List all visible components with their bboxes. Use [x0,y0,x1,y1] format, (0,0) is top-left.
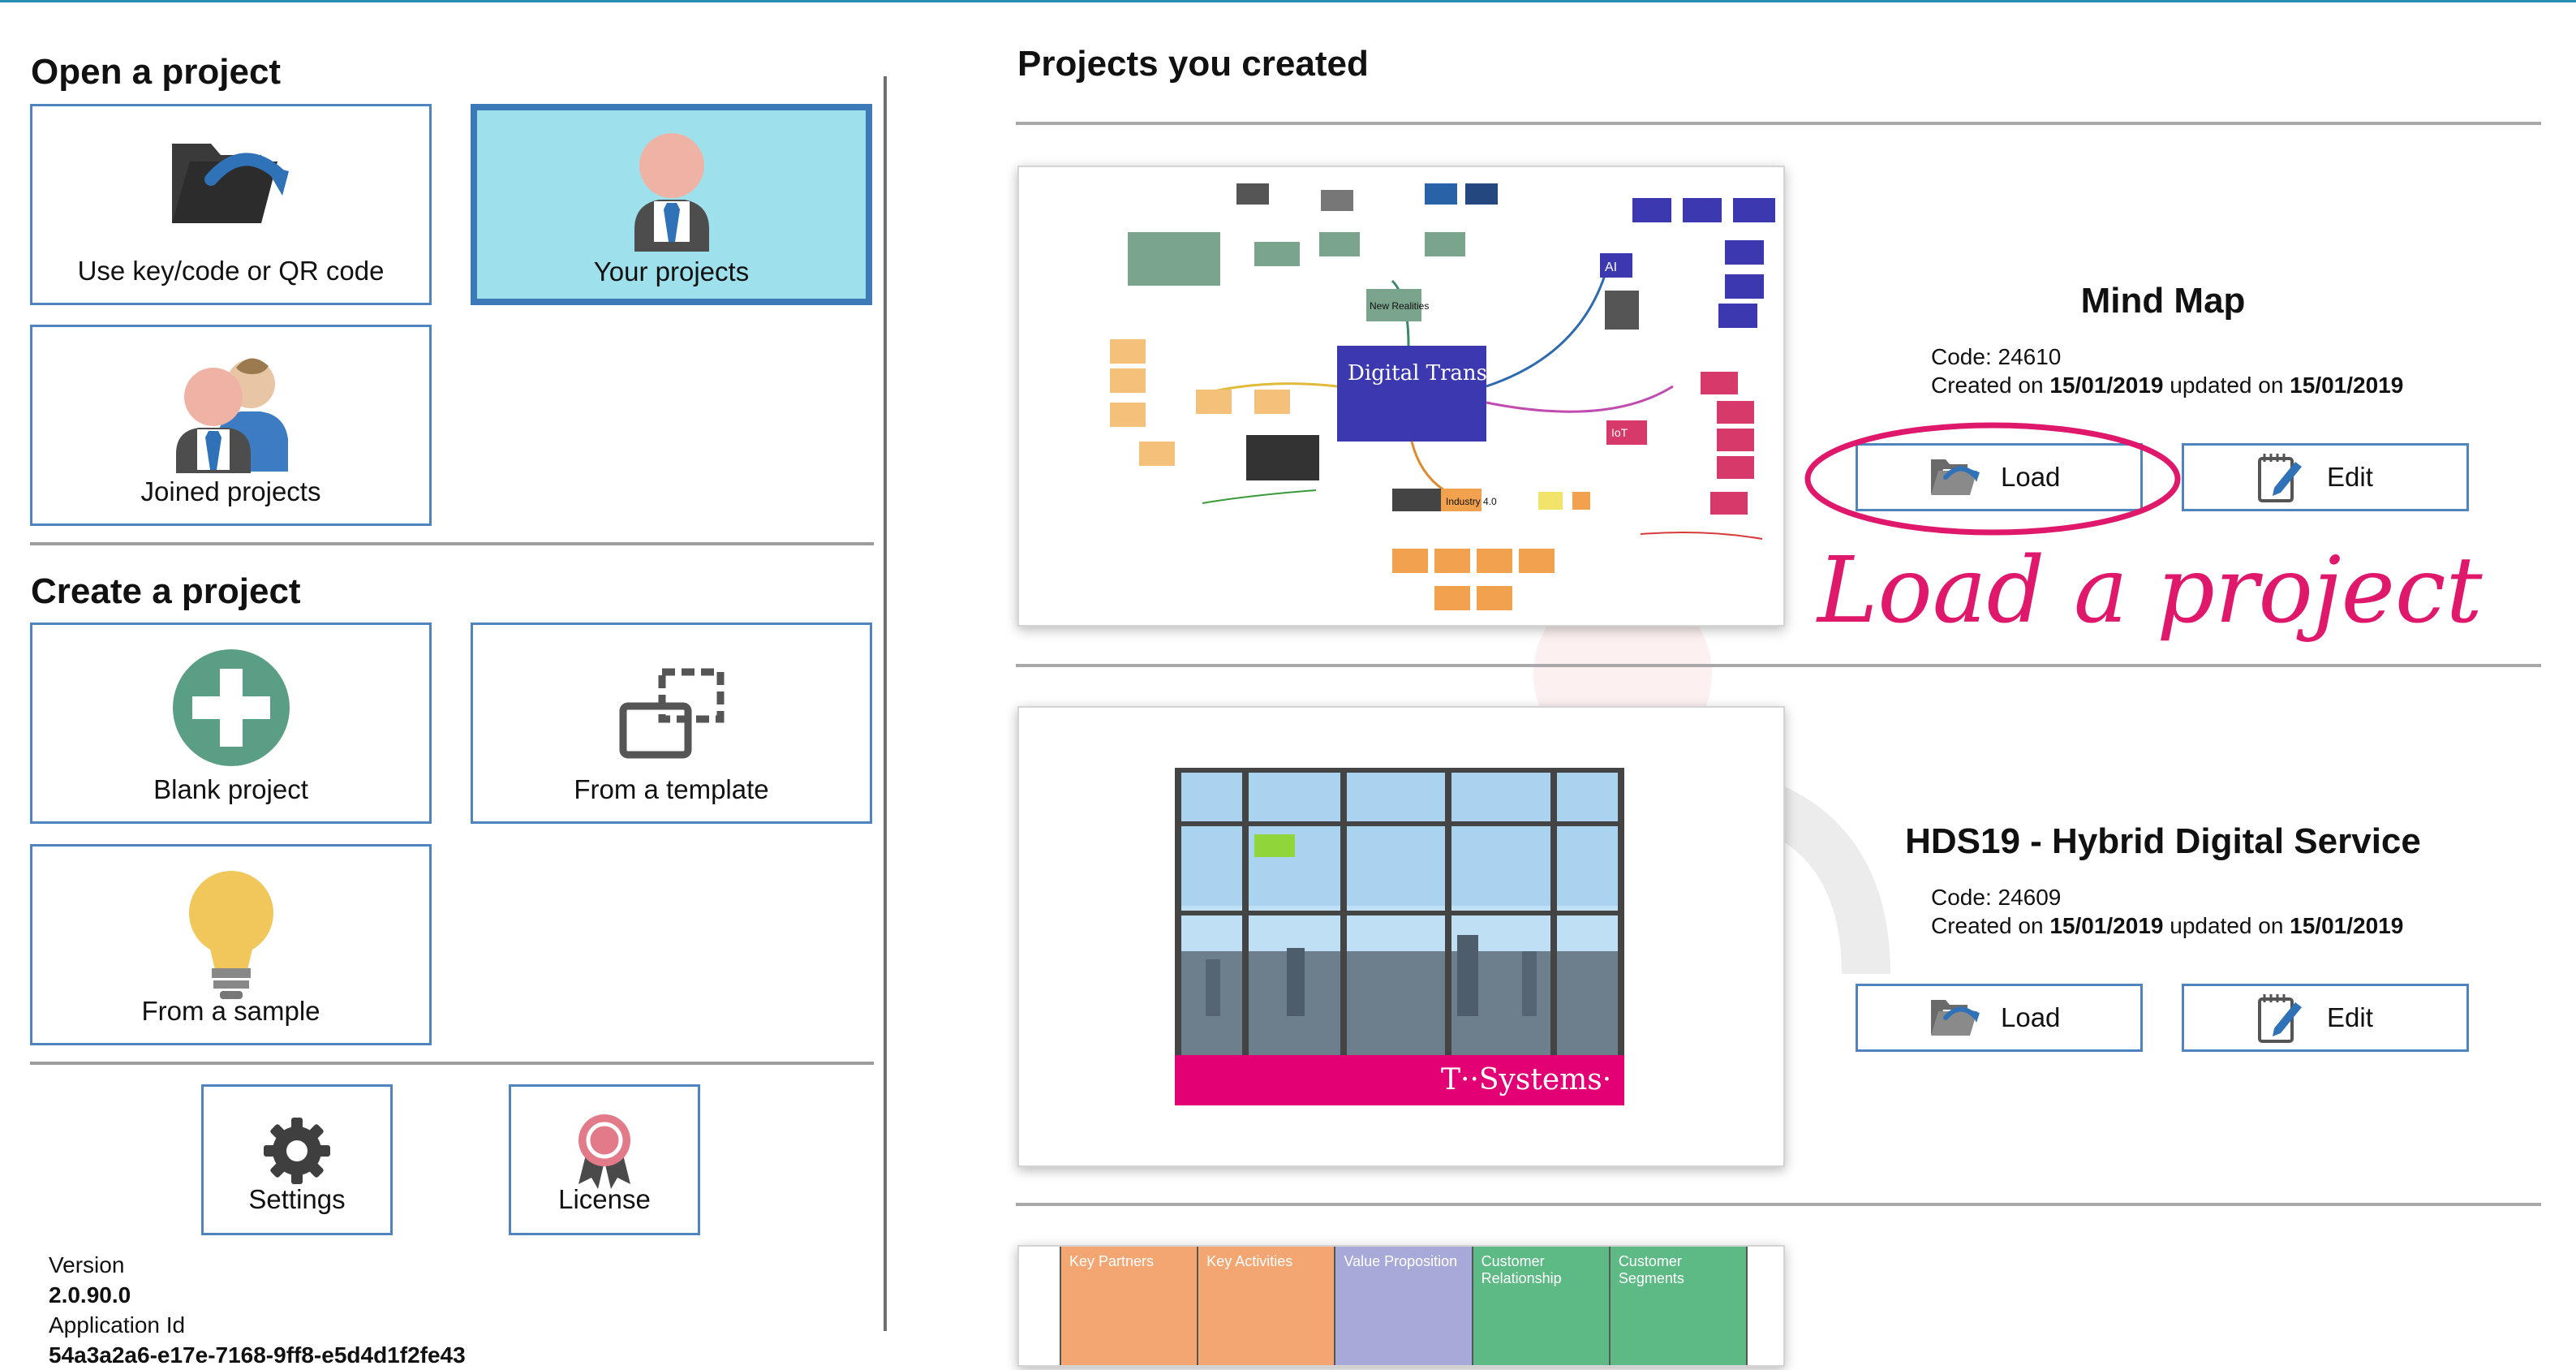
updated-label: updated on [2170,913,2284,938]
canvas-column-label: Key Partners [1069,1253,1155,1269]
project-divider [1016,1203,2541,1206]
plus-circle-icon [32,648,429,768]
edit-button[interactable]: Edit [2182,443,2469,511]
gear-icon [204,1116,390,1186]
section-divider [30,542,874,545]
canvas-column-label: Key Activities [1206,1253,1293,1269]
projects-panel-title: Projects you created [1017,44,1369,84]
app-info: Version 2.0.90.0 Application Id 54a3a2a6… [49,1250,466,1370]
mindmap-node-text: New Realities [1370,300,1429,312]
section-divider [30,1062,874,1065]
notepad-pencil-icon [2252,989,2309,1046]
project-meta: Code: 24609 Created on 15/01/2019 update… [1931,883,2403,940]
notepad-pencil-icon [2252,449,2309,506]
canvas-column-label: Customer Relationship [1481,1253,1562,1286]
from-template-label: From a template [574,774,769,804]
folder-arrow-icon [1926,449,1983,506]
use-key-code-label: Use key/code or QR code [77,256,385,286]
canvas-column: Customer Segments [1610,1247,1748,1365]
created-label: Created on [1931,913,2044,938]
canvas-column: Key Activities [1198,1247,1336,1365]
template-icon [473,666,870,763]
people-icon [32,351,429,473]
code-value: 24609 [1998,885,2062,910]
project-name: HDS19 - Hybrid Digital Service [1905,821,2421,861]
app-id-label: Application Id [49,1312,186,1338]
updated-label: updated on [2170,373,2284,398]
canvas-column-label: Value Proposition [1344,1253,1458,1269]
code-label: Code: [1931,885,1992,910]
mindmap-center-text: Digital Transformation [1348,361,1592,386]
ribbon-award-icon [511,1111,698,1189]
created-date: 15/01/2019 [2049,373,2164,398]
project-divider [1016,122,2541,125]
created-date: 15/01/2019 [2049,913,2164,938]
annotation-text: Load a project [1816,538,2484,644]
code-value: 24610 [1998,344,2062,369]
project-thumbnail-mind-map[interactable]: Digital Transformation New Realities AI … [1017,166,1785,627]
settings-label: Settings [248,1184,346,1214]
canvas-column: Customer Relationship [1473,1247,1611,1365]
folder-arrow-icon [1926,989,1983,1046]
project-name: Mind Map [2080,281,2246,321]
mind-map-preview: Digital Transformation New Realities AI … [1110,183,1775,610]
your-projects-tile[interactable]: Your projects [471,104,872,305]
canvas-column: Value Proposition [1335,1247,1473,1365]
blank-project-label: Blank project [153,774,308,804]
load-button[interactable]: Load [1856,984,2143,1052]
load-label: Load [2001,462,2061,492]
mindmap-industry-text: Industry 4.0 [1446,496,1497,507]
license-button[interactable]: License [509,1084,700,1235]
project-meta: Code: 24610 Created on 15/01/2019 update… [1931,342,2403,399]
project-thumbnail-canvas[interactable]: Key Partners Key Activities Value Propos… [1017,1245,1785,1367]
updated-date: 15/01/2019 [2290,913,2404,938]
license-label: License [558,1184,651,1214]
from-sample-label: From a sample [141,996,320,1026]
project-thumbnail-hds19[interactable]: T··Systems· [1017,706,1785,1167]
use-key-code-tile[interactable]: Use key/code or QR code [30,104,432,305]
edit-button[interactable]: Edit [2182,984,2469,1052]
person-icon [477,130,866,252]
mindmap-ai-text: AI [1605,261,1617,274]
hds19-preview: T··Systems· [1019,708,1783,1165]
your-projects-label: Your projects [593,256,750,286]
created-label: Created on [1931,373,2044,398]
version-label: Version [49,1252,125,1277]
updated-date: 15/01/2019 [2290,373,2404,398]
create-project-heading: Create a project [31,571,301,611]
project-divider [1016,664,2541,667]
canvas-column: Key Partners [1061,1247,1199,1365]
edit-label: Edit [2327,1002,2373,1032]
load-label: Load [2001,1002,2061,1032]
joined-projects-tile[interactable]: Joined projects [30,325,432,526]
canvas-columns: Key Partners Key Activities Value Propos… [1060,1247,1748,1365]
app-id-value: 54a3a2a6-e17e-7168-9ff8-e5d4d1f2fe43 [49,1342,466,1368]
lightbulb-icon [32,864,429,1002]
open-project-heading: Open a project [31,52,282,92]
from-sample-tile[interactable]: From a sample [30,844,432,1045]
load-button[interactable]: Load [1856,443,2143,511]
code-label: Code: [1931,344,1992,369]
window-top-border [0,0,2576,2]
pane-divider [884,76,887,1331]
blank-project-tile[interactable]: Blank project [30,623,432,824]
edit-label: Edit [2327,462,2373,492]
folder-arrow-icon [32,129,429,243]
from-template-tile[interactable]: From a template [471,623,872,824]
canvas-column-label: Customer Segments [1618,1253,1684,1286]
mindmap-iot-text: IoT [1611,426,1628,439]
version-value: 2.0.90.0 [49,1282,131,1308]
joined-projects-label: Joined projects [140,476,321,506]
settings-button[interactable]: Settings [201,1084,393,1235]
tsystems-logo-text: T··Systems· [1441,1063,1611,1096]
